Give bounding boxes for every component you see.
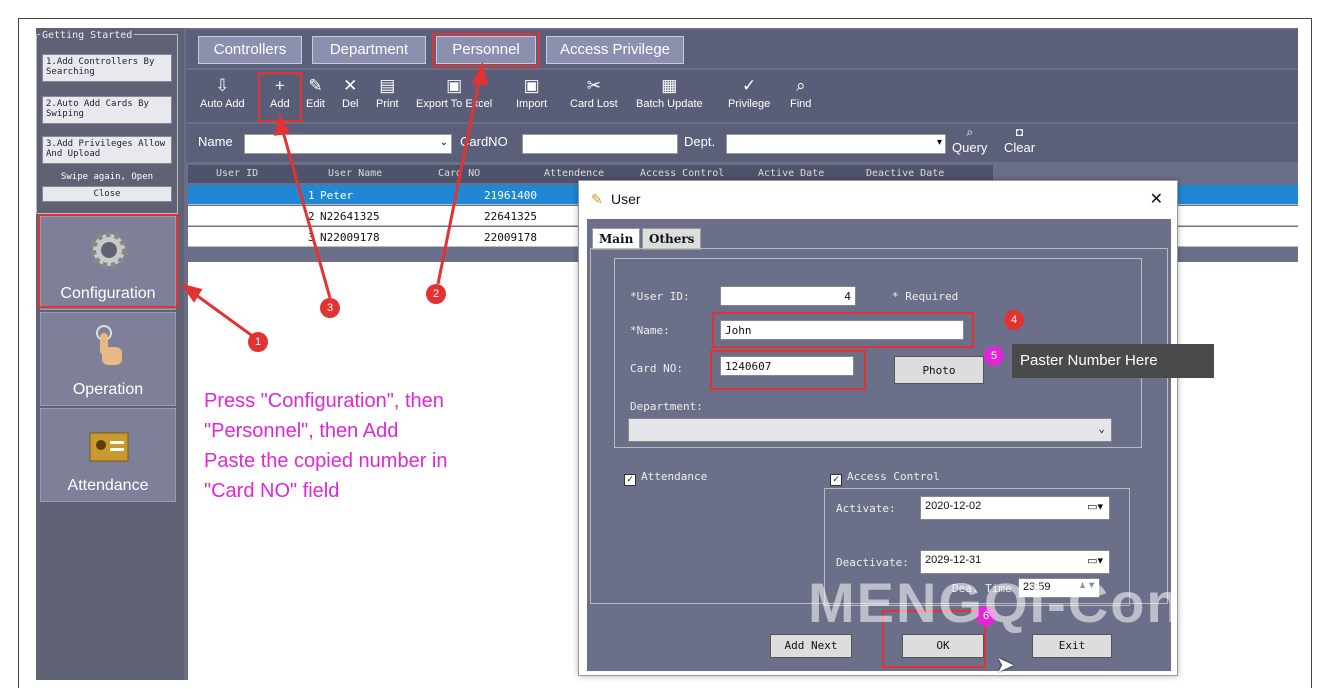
highlight-card-no [710,350,866,390]
attendance-checkbox[interactable]: ✓ Attendance [624,470,707,486]
dialog-title: User [611,191,641,207]
check-icon: ✓ [830,474,842,486]
department-select[interactable]: ⌄ [628,418,1112,442]
highlight-name [712,312,974,348]
close-icon[interactable]: ✕ [1150,189,1163,209]
check-icon: ✓ [624,474,636,486]
dialog-titlebar: ✎ User ✕ [579,181,1177,217]
calendar-icon: ▭▾ [1087,555,1103,567]
step-badge-4: 4 [1004,310,1024,330]
activate-label: Activate: [836,502,896,515]
required-note: * Required [892,290,959,303]
mouse-cursor-icon: ➤ [996,652,1015,677]
calendar-icon: ▭▾ [1087,501,1103,513]
tab-others[interactable]: Others [642,228,702,250]
step-badge-3: 3 [320,298,340,318]
user-icon: ✎ [591,191,603,207]
watermark: MENGQI-Control [808,571,1281,634]
exit-button[interactable]: Exit [1032,634,1112,658]
paste-tooltip: Paster Number Here [1012,344,1214,378]
access-control-checkbox[interactable]: ✓ Access Control [830,470,940,486]
deactivate-label: Deactivate: [836,556,909,569]
tab-main[interactable]: Main [592,228,641,250]
step-badge-1: 1 [248,332,268,352]
step-badge-2: 2 [426,284,446,304]
add-next-button[interactable]: Add Next [770,634,852,658]
user-id-label: *User ID: [630,290,690,303]
department-label: Department: [630,400,703,413]
chevron-down-icon: ⌄ [1098,422,1105,435]
card-no-label: Card NO: [630,362,683,375]
user-id-input[interactable]: 4 [720,286,856,306]
photo-button[interactable]: Photo [894,356,984,384]
name-field-label: *Name: [630,324,670,337]
step-badge-5: 5 [984,346,1004,366]
activate-date-picker[interactable]: 2020-12-02 ▭▾ [920,496,1110,520]
